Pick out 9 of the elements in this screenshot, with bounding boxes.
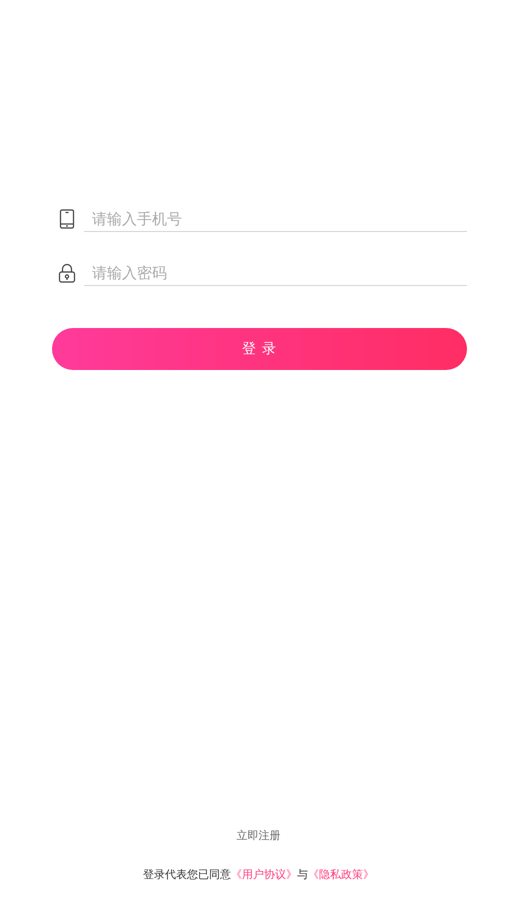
agreement-text: 登录代表您已同意《用户协议》与《隐私政策》 [143, 867, 374, 882]
privacy-policy-link[interactable]: 《隐私政策》 [308, 868, 374, 881]
login-button[interactable]: 登 录 [52, 328, 467, 370]
lock-icon [58, 263, 76, 283]
register-link[interactable]: 立即注册 [236, 828, 280, 843]
phone-field[interactable]: 请输入手机号 [84, 208, 467, 232]
phone-icon [59, 209, 75, 229]
password-field[interactable]: 请输入密码 [84, 262, 467, 286]
user-agreement-link[interactable]: 《用户协议》 [231, 868, 297, 881]
